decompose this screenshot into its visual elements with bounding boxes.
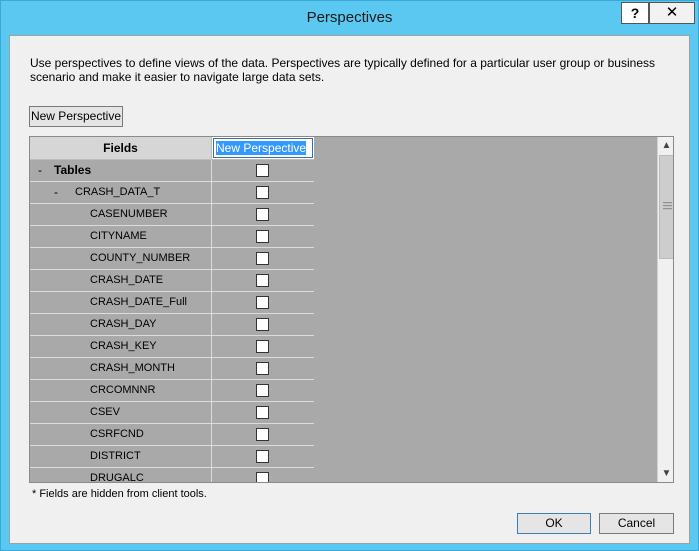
- field-row[interactable]: CRASH_DATE_Full: [30, 292, 314, 314]
- include-cell: [212, 358, 314, 380]
- field-label: CRASH_DATE: [90, 274, 164, 286]
- hidden-fields-footnote: * Fields are hidden from client tools.: [32, 488, 207, 500]
- field-label: COUNTY_NUMBER: [90, 252, 191, 264]
- field-row[interactable]: DISTRICT: [30, 446, 314, 468]
- include-cell: [212, 314, 314, 336]
- field-label: CSEV: [90, 406, 120, 418]
- close-button[interactable]: ✕: [649, 2, 695, 24]
- chevron-up-icon[interactable]: ▲: [658, 137, 673, 154]
- field-label: CRASH_MONTH: [90, 362, 175, 374]
- help-button[interactable]: ?: [621, 2, 649, 24]
- field-row[interactable]: CITYNAME: [30, 226, 314, 248]
- field-row[interactable]: DRUGALC: [30, 468, 314, 483]
- window-title: Perspectives: [306, 9, 393, 26]
- include-cell: [212, 226, 314, 248]
- include-checkbox[interactable]: [256, 186, 269, 199]
- field-label: DISTRICT: [90, 450, 141, 462]
- include-checkbox[interactable]: [256, 406, 269, 419]
- include-checkbox[interactable]: [256, 450, 269, 463]
- include-checkbox[interactable]: [256, 274, 269, 287]
- include-checkbox[interactable]: [256, 472, 269, 482]
- field-row[interactable]: CASENUMBER: [30, 204, 314, 226]
- include-cell: [212, 292, 314, 314]
- field-name-cell: CRASH_MONTH: [30, 358, 212, 380]
- include-cell: [212, 446, 314, 468]
- field-name-cell: - CRASH_DATA_T: [30, 182, 212, 204]
- include-cell: [212, 270, 314, 292]
- include-cell: [212, 468, 314, 482]
- include-cell: [212, 204, 314, 226]
- new-perspective-button[interactable]: New Perspective: [29, 106, 123, 127]
- include-checkbox[interactable]: [256, 164, 269, 177]
- field-name-cell: CITYNAME: [30, 226, 212, 248]
- include-checkbox[interactable]: [256, 296, 269, 309]
- field-name-cell: DRUGALC: [30, 468, 212, 483]
- field-label: CASENUMBER: [90, 208, 168, 220]
- field-label: Tables: [54, 163, 92, 177]
- field-name-cell: CRASH_DATE_Full: [30, 292, 212, 314]
- ok-button[interactable]: OK: [517, 513, 591, 534]
- vertical-scrollbar[interactable]: ▲ — — — ▼: [657, 137, 673, 482]
- field-name-cell: CRASH_DATE: [30, 270, 212, 292]
- include-checkbox[interactable]: [256, 362, 269, 375]
- field-row[interactable]: - CRASH_DATA_T: [30, 182, 314, 204]
- include-checkbox[interactable]: [256, 208, 269, 221]
- perspectives-grid: Fields New Perspective - Tables - CRASH_DAT…: [29, 136, 674, 483]
- perspective-column-header: New Perspective: [212, 137, 314, 160]
- field-row[interactable]: - Tables: [30, 160, 314, 182]
- include-cell: [212, 402, 314, 424]
- collapse-icon[interactable]: -: [54, 182, 58, 203]
- description-text: Use perspectives to define views of the …: [30, 56, 655, 84]
- field-row[interactable]: CRASH_MONTH: [30, 358, 314, 380]
- include-checkbox[interactable]: [256, 230, 269, 243]
- field-row[interactable]: COUNTY_NUMBER: [30, 248, 314, 270]
- include-cell: [212, 380, 314, 402]
- field-row[interactable]: CSRFCND: [30, 424, 314, 446]
- fields-column-header: Fields: [30, 137, 212, 160]
- field-label: DRUGALC: [90, 472, 144, 483]
- field-label: CRCOMNNR: [90, 384, 156, 396]
- field-name-cell: CSEV: [30, 402, 212, 424]
- field-row[interactable]: CRCOMNNR: [30, 380, 314, 402]
- include-checkbox[interactable]: [256, 252, 269, 265]
- perspective-name-input[interactable]: New Perspective: [213, 138, 313, 158]
- include-cell: [212, 160, 314, 182]
- include-checkbox[interactable]: [256, 318, 269, 331]
- field-row[interactable]: CSEV: [30, 402, 314, 424]
- include-checkbox[interactable]: [256, 340, 269, 353]
- field-name-cell: CASENUMBER: [30, 204, 212, 226]
- dialog-body: Use perspectives to define views of the …: [9, 35, 690, 544]
- cancel-button[interactable]: Cancel: [599, 513, 674, 534]
- field-rows: - Tables - CRASH_DATA_T CASENUMBER CITYNAME CO…: [30, 160, 314, 483]
- include-cell: [212, 336, 314, 358]
- field-label: CRASH_DAY: [90, 318, 157, 330]
- perspective-name-selected-text: New Perspective: [216, 141, 307, 155]
- field-name-cell: COUNTY_NUMBER: [30, 248, 212, 270]
- scrollbar-thumb[interactable]: — — —: [659, 155, 673, 259]
- field-name-cell: CRASH_KEY: [30, 336, 212, 358]
- title-bar[interactable]: Perspectives ? ✕: [1, 1, 698, 35]
- field-label: CRASH_KEY: [90, 340, 157, 352]
- perspectives-dialog: Perspectives ? ✕ Use perspectives to def…: [0, 0, 699, 551]
- field-row[interactable]: CRASH_KEY: [30, 336, 314, 358]
- field-name-cell: CRASH_DAY: [30, 314, 212, 336]
- field-label: CSRFCND: [90, 428, 144, 440]
- include-checkbox[interactable]: [256, 384, 269, 397]
- field-name-cell: CSRFCND: [30, 424, 212, 446]
- field-name-cell: DISTRICT: [30, 446, 212, 468]
- field-label: CRASH_DATA_T: [75, 186, 161, 198]
- grip-icon: — — —: [663, 197, 672, 213]
- chevron-down-icon[interactable]: ▼: [658, 465, 673, 482]
- collapse-icon[interactable]: -: [38, 160, 42, 181]
- field-label: CITYNAME: [90, 230, 147, 242]
- include-checkbox[interactable]: [256, 428, 269, 441]
- field-row[interactable]: CRASH_DATE: [30, 270, 314, 292]
- field-row[interactable]: CRASH_DAY: [30, 314, 314, 336]
- field-label: CRASH_DATE_Full: [90, 296, 187, 308]
- field-name-cell: CRCOMNNR: [30, 380, 212, 402]
- field-name-cell: - Tables: [30, 160, 212, 182]
- include-cell: [212, 182, 314, 204]
- include-cell: [212, 424, 314, 446]
- include-cell: [212, 248, 314, 270]
